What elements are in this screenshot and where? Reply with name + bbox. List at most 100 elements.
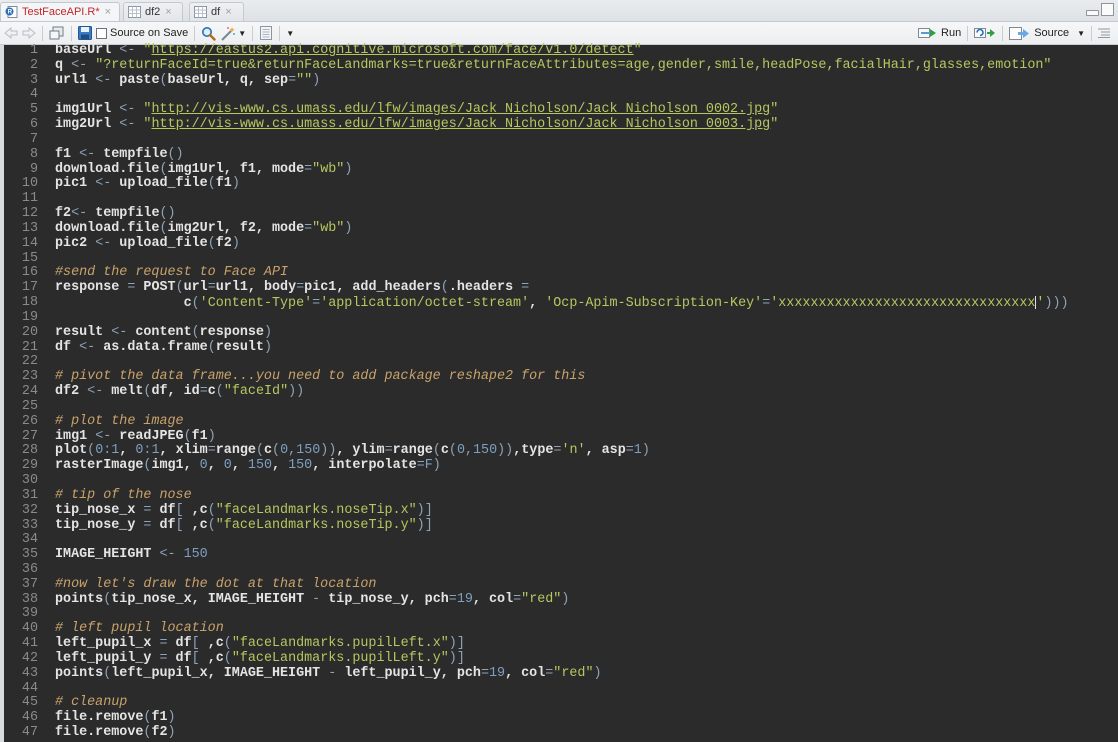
- code-line[interactable]: 42 left_pupil_y = df[ ,c("faceLandmarks.p…: [4, 651, 1069, 667]
- run-button[interactable]: Run: [918, 24, 961, 42]
- code-line[interactable]: 28 plot(0:1, 0:1, xlim=range(c(0,150)), y…: [4, 443, 1069, 459]
- code-token: , asp: [585, 443, 626, 459]
- source-on-save-checkbox[interactable]: [96, 27, 107, 39]
- compile-report-button[interactable]: [259, 24, 273, 42]
- code-line[interactable]: 9 download.file(img1Url, f1, mode="wb"): [4, 161, 1069, 178]
- minimize-icon[interactable]: [1086, 10, 1099, 16]
- code-line[interactable]: 24 df2 <- melt(df, id=c("faceId")): [4, 384, 1069, 400]
- code-line[interactable]: 13 download.file(img2Url, f2, mode="wb"): [4, 220, 1069, 237]
- source-on-save-toggle[interactable]: Source on Save: [96, 24, 188, 42]
- string-token: 'application/octet-stream': [320, 296, 530, 312]
- code-line[interactable]: 23 # pivot the data frame...you need to a…: [4, 369, 1069, 385]
- code-line[interactable]: 33 tip_nose_y = df[ ,c("faceLandmarks.nos…: [4, 517, 1069, 534]
- code-line[interactable]: 12 f2<- tempfile(): [4, 206, 1069, 222]
- code-line[interactable]: 6 img2Url <- "http://vis-www.cs.umass.edu…: [4, 117, 1069, 133]
- code-line[interactable]: 36: [4, 562, 1069, 578]
- operator-token: (: [272, 443, 281, 459]
- line-number: 13: [21, 220, 38, 236]
- code-line[interactable]: 40 # left pupil location: [4, 621, 1069, 637]
- document-outline-button[interactable]: [1098, 24, 1110, 42]
- code-line[interactable]: 45 # cleanup: [4, 696, 1069, 711]
- close-icon[interactable]: ×: [165, 6, 171, 18]
- code-line[interactable]: 18 c('Content-Type'='application/octet-s…: [4, 295, 1069, 312]
- tab-df2[interactable]: df2 ×: [123, 2, 183, 21]
- code-line[interactable]: 17 response = POST(url=url1, body=pic1, a…: [4, 280, 1069, 296]
- code-line[interactable]: 3 url1 <- paste(baseUrl, q, sep=""): [4, 72, 1069, 89]
- code-line[interactable]: 20 result <- content(response): [4, 325, 1069, 341]
- code-line[interactable]: 7: [4, 132, 1069, 148]
- operator-token: =: [448, 591, 457, 607]
- save-button[interactable]: [78, 24, 92, 42]
- code-line[interactable]: 47 file.remove(f2): [4, 725, 1069, 741]
- operator-token: [: [175, 517, 184, 533]
- maximize-icon[interactable]: [1101, 3, 1114, 16]
- code-line[interactable]: 25: [4, 399, 1069, 415]
- code-line[interactable]: 32 tip_nose_x = df[ ,c("faceLandmarks.nos…: [4, 502, 1069, 519]
- operator-token: (: [159, 72, 168, 88]
- code-line[interactable]: 8 f1 <- tempfile(): [4, 147, 1069, 163]
- line-number: 23: [21, 369, 38, 385]
- close-icon[interactable]: ×: [105, 6, 111, 18]
- tab-label: TestFaceAPI.R*: [22, 6, 100, 18]
- code-line[interactable]: 29 rasterImage(img1, 0, 0, 150, 150, inte…: [4, 458, 1069, 474]
- code-text: img1Url <- "http://vis-www.cs.umass.edu/…: [55, 102, 779, 118]
- toolbar-divider: [71, 25, 72, 41]
- forward-button[interactable]: [22, 24, 36, 42]
- source-button[interactable]: Source ▼: [1009, 24, 1085, 42]
- comment-token: # plot the image: [55, 413, 184, 429]
- code-token: df: [55, 339, 80, 355]
- code-line[interactable]: 35 IMAGE_HEIGHT <- 150: [4, 547, 1069, 563]
- code-text: # tip of the nose: [55, 488, 192, 504]
- find-replace-button[interactable]: [201, 24, 216, 42]
- code-line[interactable]: 22: [4, 355, 1069, 370]
- code-token: rasterImage: [55, 458, 144, 474]
- code-line[interactable]: 2 q <- "?returnFaceId=true&returnFaceLand…: [4, 58, 1069, 74]
- code-line[interactable]: 10 pic1 <- upload_file(f1): [4, 177, 1069, 192]
- code-line[interactable]: 34: [4, 532, 1069, 548]
- chevron-down-icon[interactable]: ▼: [1077, 29, 1085, 38]
- show-in-window-button[interactable]: [49, 24, 65, 42]
- code-line[interactable]: 43 points(left_pupil_x, IMAGE_HEIGHT - le…: [4, 665, 1069, 682]
- code-line[interactable]: 15: [4, 251, 1069, 267]
- code-line[interactable]: 21 df <- as.data.frame(result): [4, 339, 1069, 356]
- operator-token: =: [304, 220, 313, 236]
- code-line[interactable]: 14 pic2 <- upload_file(f2): [4, 236, 1069, 252]
- code-token: , interpolate: [312, 458, 417, 474]
- more-options-button[interactable]: ▼: [286, 24, 294, 42]
- code-line[interactable]: 5 img1Url <- "http://vis-www.cs.umass.edu…: [4, 102, 1069, 118]
- back-button[interactable]: [4, 24, 18, 42]
- string-token: 'n': [561, 443, 586, 459]
- operator-token: (: [207, 502, 216, 518]
- code-line[interactable]: 27 img1 <- readJPEG(f1): [4, 429, 1069, 445]
- close-icon[interactable]: ×: [225, 6, 231, 18]
- code-line[interactable]: 41 left_pupil_x = df[ ,c("faceLandmarks.p…: [4, 636, 1069, 652]
- operator-token: ): [167, 710, 176, 726]
- code-line[interactable]: 1 baseUrl <- "https://eastus2.api.cogniti…: [4, 43, 1069, 59]
- code-line[interactable]: 46 file.remove(f1): [4, 710, 1069, 726]
- code-line[interactable]: 39: [4, 607, 1069, 622]
- string-token: ": [770, 102, 779, 118]
- rerun-button[interactable]: [974, 24, 996, 42]
- code-editor[interactable]: 1 baseUrl <- "https://eastus2.api.cogniti…: [0, 43, 1118, 742]
- code-line[interactable]: 11: [4, 191, 1069, 207]
- code-line[interactable]: 38 points(tip_nose_x, IMAGE_HEIGHT - tip_…: [4, 591, 1069, 608]
- code-token: df: [167, 636, 192, 652]
- code-token: points: [55, 665, 104, 681]
- number-token: 150: [183, 547, 208, 563]
- line-number: 6: [29, 117, 38, 133]
- code-tools-button[interactable]: ▼: [220, 24, 246, 42]
- code-line[interactable]: 44: [4, 681, 1069, 697]
- tab-label: df2: [145, 6, 161, 18]
- string-token: "wb": [312, 161, 345, 177]
- code-line[interactable]: 37 #now let's draw the dot at that locati…: [4, 577, 1069, 593]
- code-line[interactable]: 4: [4, 88, 1069, 103]
- code-line[interactable]: 16 #send the request to Face API: [4, 266, 1069, 281]
- code-line[interactable]: 31 # tip of the nose: [4, 488, 1069, 504]
- code-line[interactable]: 26 # plot the image: [4, 413, 1069, 430]
- tab-df[interactable]: df ×: [189, 2, 244, 21]
- comment-token: # left pupil location: [55, 621, 224, 637]
- tab-testfaceapi[interactable]: R TestFaceAPI.R* ×: [0, 2, 120, 21]
- code-line[interactable]: 19: [4, 310, 1069, 326]
- code-line[interactable]: 30: [4, 473, 1069, 489]
